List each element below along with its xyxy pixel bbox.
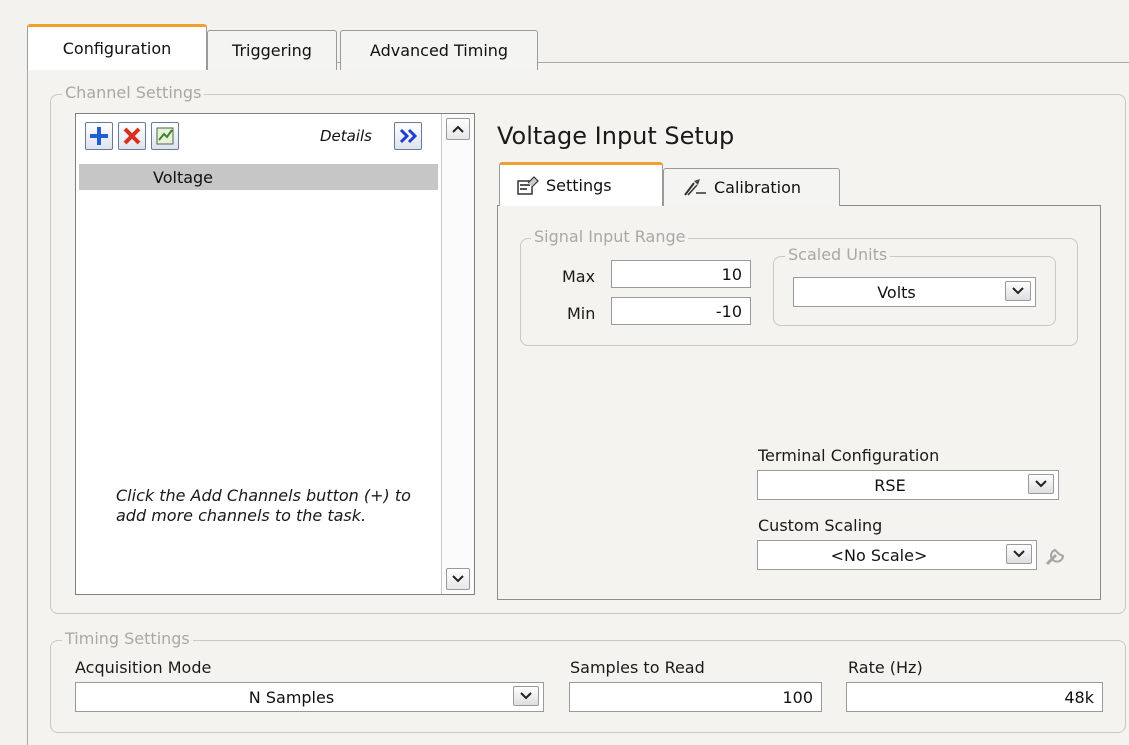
tab-advanced-timing[interactable]: Advanced Timing xyxy=(340,30,538,70)
rate-value: 48k xyxy=(1064,687,1094,707)
chevron-down-icon xyxy=(520,692,532,700)
acquisition-mode-value: N Samples xyxy=(248,687,335,707)
add-channel-button[interactable] xyxy=(85,122,113,150)
scaled-units-dropdown-button[interactable] xyxy=(1005,281,1031,301)
samples-to-read-value: 100 xyxy=(782,687,813,707)
details-expand-button[interactable] xyxy=(394,122,422,150)
details-label: Details xyxy=(320,127,373,145)
custom-scaling-edit-button[interactable] xyxy=(1043,542,1067,568)
rate-label: Rate (Hz) xyxy=(848,658,923,677)
tab-settings-label: Settings xyxy=(546,176,612,195)
custom-scaling-value: <No Scale> xyxy=(830,545,928,565)
scaled-units-value: Volts xyxy=(877,282,916,302)
tab-configuration-label: Configuration xyxy=(62,39,172,58)
tab-calibration-label: Calibration xyxy=(714,178,802,197)
samples-to-read-label: Samples to Read xyxy=(570,658,705,677)
terminal-configuration-label: Terminal Configuration xyxy=(758,446,940,465)
channel-name: Voltage xyxy=(153,167,214,187)
chevron-down-icon xyxy=(1013,550,1025,558)
custom-scaling-label: Custom Scaling xyxy=(758,516,883,535)
scaled-units-select[interactable]: Volts xyxy=(793,277,1036,307)
channel-list-scrollbar[interactable] xyxy=(441,114,474,594)
max-input[interactable]: 10 xyxy=(611,260,751,288)
tab-configuration[interactable]: Configuration xyxy=(27,24,207,70)
plus-icon xyxy=(90,127,108,145)
scroll-up-button[interactable] xyxy=(446,118,470,140)
tab-triggering-label: Triggering xyxy=(232,41,312,60)
acquisition-mode-dropdown-button[interactable] xyxy=(513,686,539,706)
tab-calibration[interactable]: Calibration xyxy=(663,168,840,206)
tab-settings[interactable]: Settings xyxy=(499,162,663,206)
edit-channel-icon xyxy=(156,127,174,145)
custom-scaling-dropdown-button[interactable] xyxy=(1006,544,1032,564)
terminal-configuration-dropdown-button[interactable] xyxy=(1028,474,1054,494)
scaled-units-legend: Scaled Units xyxy=(785,245,891,264)
tab-advanced-timing-label: Advanced Timing xyxy=(369,41,509,60)
samples-to-read-input[interactable]: 100 xyxy=(569,682,822,712)
channel-list-panel: Details Voltage Click the Add Channels b… xyxy=(75,113,475,595)
timing-settings-legend: Timing Settings xyxy=(62,629,193,648)
max-value: 10 xyxy=(721,264,742,284)
channel-list-item-voltage[interactable]: Voltage xyxy=(79,164,438,190)
acquisition-mode-label: Acquisition Mode xyxy=(75,658,212,677)
add-channels-hint: Click the Add Channels button (+) to add… xyxy=(116,486,411,525)
chevron-down-icon xyxy=(452,575,464,583)
remove-channel-button[interactable] xyxy=(118,122,146,150)
delete-icon xyxy=(123,127,141,145)
terminal-configuration-value: RSE xyxy=(874,475,906,495)
min-input[interactable]: -10 xyxy=(611,297,751,325)
scroll-down-button[interactable] xyxy=(446,568,470,590)
chevron-down-icon xyxy=(1012,287,1024,295)
channel-settings-legend: Channel Settings xyxy=(62,83,205,102)
terminal-configuration-select[interactable]: RSE xyxy=(757,470,1059,500)
wrench-icon xyxy=(1045,548,1065,566)
channel-properties-button[interactable] xyxy=(151,122,179,150)
min-label: Min xyxy=(567,304,596,323)
voltage-input-setup-title: Voltage Input Setup xyxy=(497,122,735,150)
max-label: Max xyxy=(562,267,596,286)
signal-input-range-legend: Signal Input Range xyxy=(531,227,689,246)
calibration-icon xyxy=(684,178,706,196)
rate-input[interactable]: 48k xyxy=(846,682,1103,712)
double-chevron-right-icon xyxy=(399,128,418,144)
chevron-up-icon xyxy=(452,125,464,133)
min-value: -10 xyxy=(715,301,742,321)
settings-icon xyxy=(517,175,539,195)
tab-triggering[interactable]: Triggering xyxy=(207,30,337,70)
chevron-down-icon xyxy=(1035,480,1047,488)
custom-scaling-select[interactable]: <No Scale> xyxy=(757,540,1037,570)
acquisition-mode-select[interactable]: N Samples xyxy=(75,682,544,712)
